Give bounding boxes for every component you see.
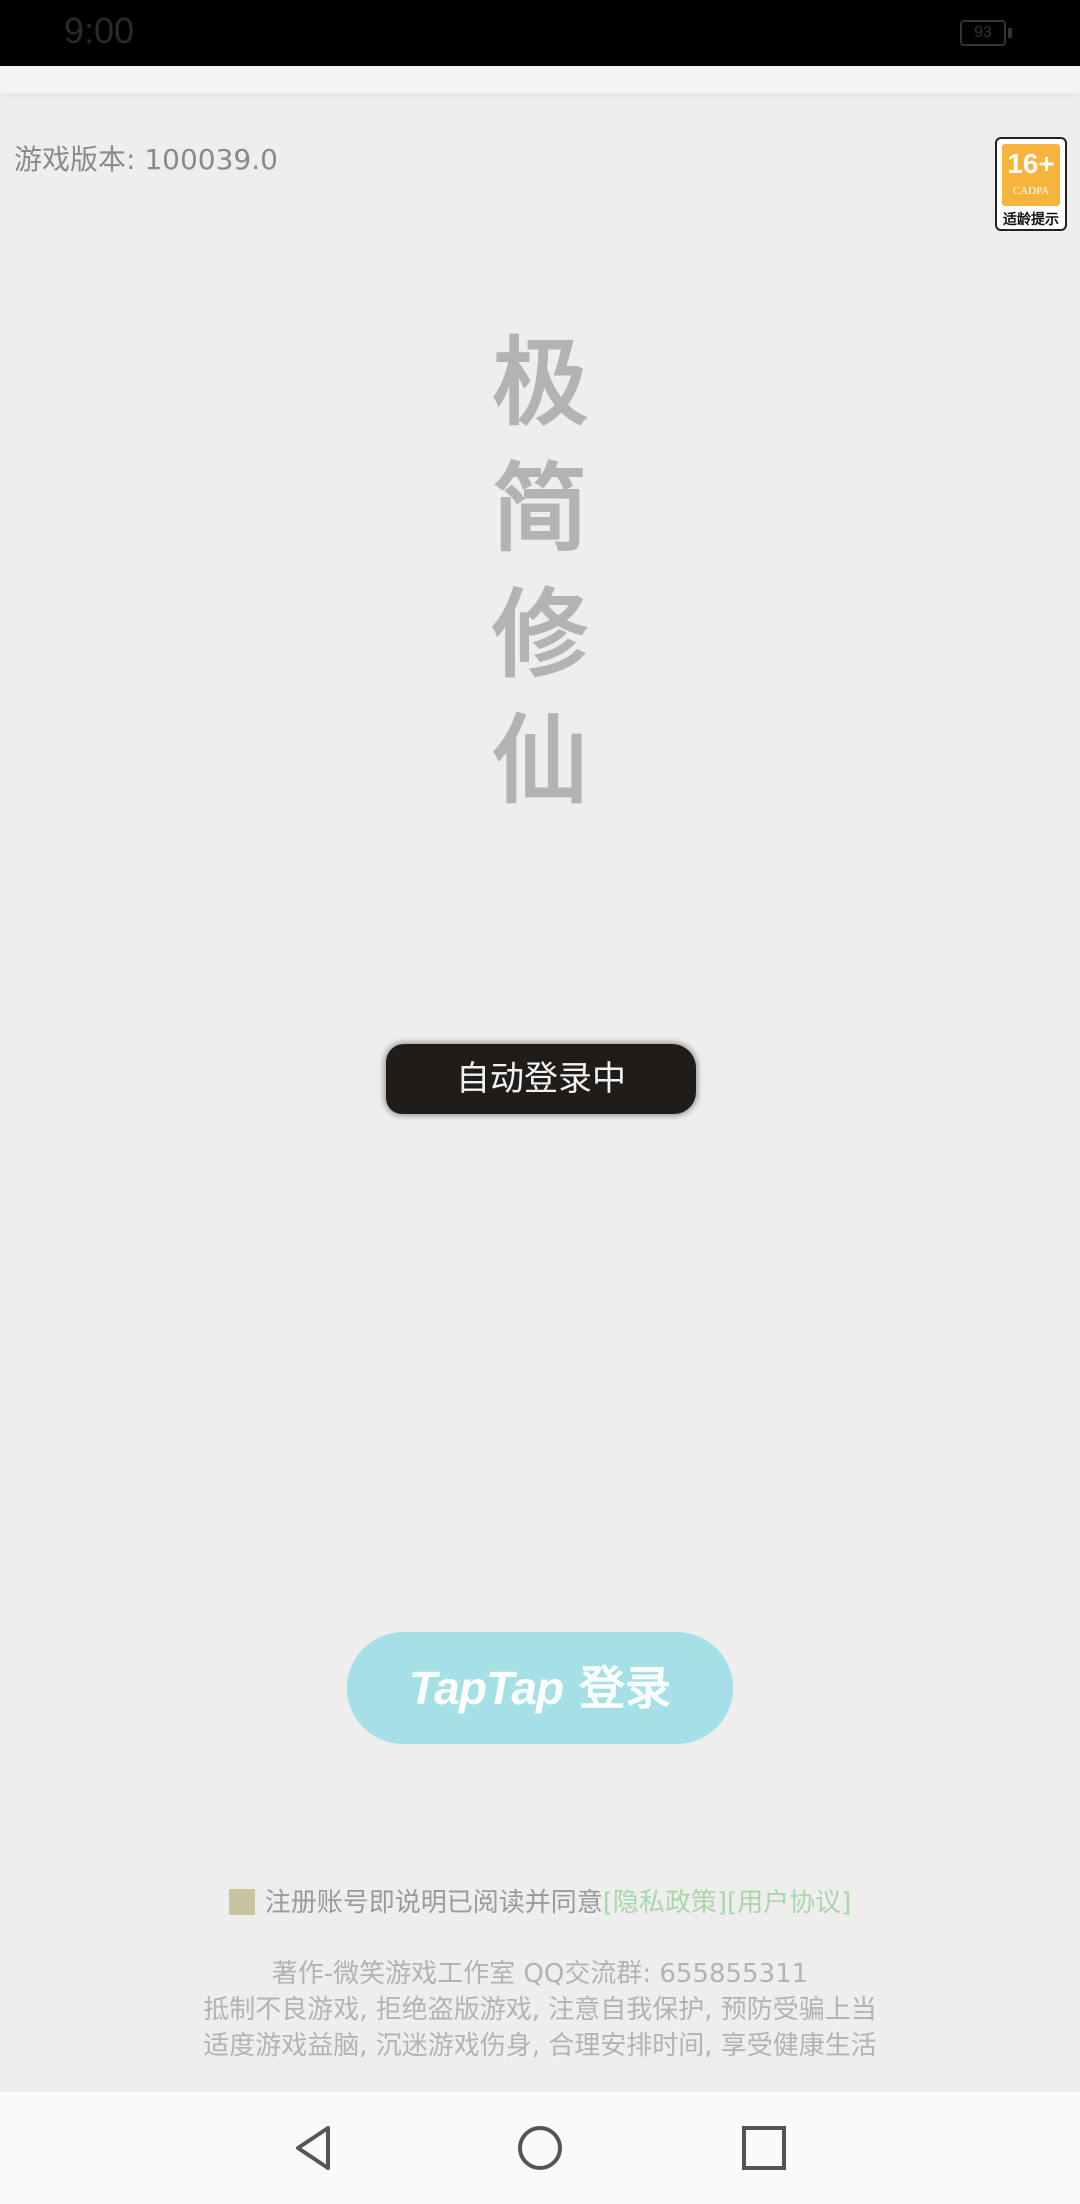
taptap-logo: TapTap — [408, 1662, 564, 1714]
recents-icon[interactable] — [736, 2120, 792, 2176]
privacy-policy-link[interactable]: [隐私政策] — [603, 1888, 727, 1918]
agreement-text: 注册账号即说明已阅读并同意 — [264, 1888, 603, 1918]
version-label: 游戏版本: 100039.0 — [14, 143, 278, 176]
footer: 著作-微笑游戏工作室 QQ交流群: 655855311 抵制不良游戏, 拒绝盗版… — [0, 1956, 1080, 2064]
back-icon[interactable] — [286, 2120, 342, 2176]
health-notice-line1: 抵制不良游戏, 拒绝盗版游戏, 注意自我保护, 预防受骗上当 — [203, 1995, 877, 2025]
age-rating-badge[interactable]: 16+ CADPA 适龄提示 — [995, 137, 1067, 231]
age-rating-hint: 适龄提示 — [1003, 212, 1059, 228]
age-rating-org: CADPA — [1012, 185, 1050, 197]
battery-icon: 93 — [960, 20, 1006, 46]
home-icon[interactable] — [512, 2120, 568, 2176]
login-button-label: 登录 — [579, 1661, 672, 1715]
age-rating-number: 16+ — [1007, 148, 1055, 179]
navigation-bar — [0, 2092, 1080, 2204]
taptap-login-button[interactable]: TapTap 登录 — [347, 1632, 733, 1744]
status-bar: 9:00 93 — [0, 0, 1080, 66]
battery-tip — [1008, 28, 1012, 38]
auto-login-status: 自动登录中 — [386, 1044, 696, 1114]
app-top-strip — [0, 66, 1080, 94]
health-notice-line2: 适度游戏益脑, 沉迷游戏伤身, 合理安排时间, 享受健康生活 — [203, 2031, 877, 2061]
credits-text: 著作-微笑游戏工作室 QQ交流群: 655855311 — [271, 1959, 809, 1989]
age-rating-icon: 16+ CADPA — [1002, 144, 1060, 206]
agreement-row: 注册账号即说明已阅读并同意[隐私政策][用户协议] — [0, 1882, 1080, 1919]
agreement-checkbox[interactable] — [228, 1889, 255, 1915]
game-title: 极简修仙 — [492, 327, 588, 817]
user-agreement-link[interactable]: [用户协议] — [727, 1888, 851, 1918]
status-time: 9:00 — [64, 10, 135, 51]
